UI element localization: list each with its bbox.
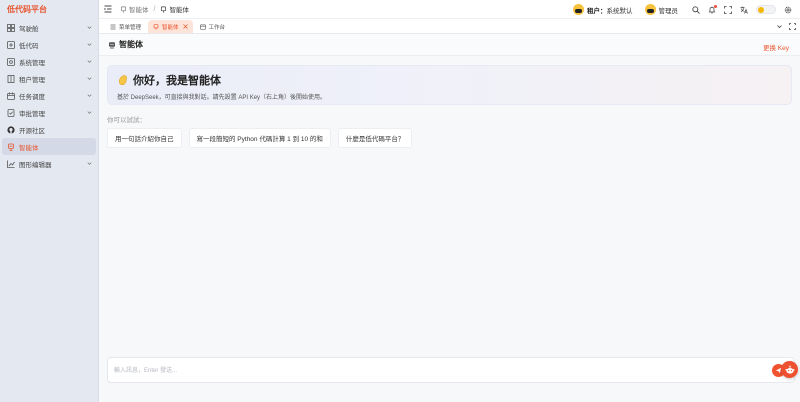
sidebar-item-label: 任务调度 — [19, 93, 45, 101]
github-icon — [7, 125, 15, 134]
suggestion-list: 用一句話介紹你自己 寫一段簡短的 Python 代碼計算 1 到 10 的和 什… — [107, 128, 419, 148]
sidebar-item-label: 系统管理 — [19, 59, 45, 67]
menu-fold-icon[interactable] — [104, 5, 112, 13]
fullscreen-icon[interactable] — [724, 5, 732, 14]
close-icon[interactable] — [182, 24, 188, 29]
robot-icon — [161, 6, 167, 13]
tenant-switcher[interactable]: 系统默认 — [607, 5, 633, 15]
tenant-label: 租户： — [587, 7, 607, 15]
page-header: 智能体 更换 Key — [99, 34, 800, 56]
breadcrumb-item[interactable]: 智能体 — [120, 4, 149, 14]
gear-icon — [7, 57, 15, 66]
bell-icon[interactable] — [708, 4, 717, 14]
sidebar-item-label: 低代码 — [19, 42, 39, 50]
chat-input-box — [107, 357, 795, 383]
tenant-avatar — [573, 4, 584, 15]
tab-agent[interactable]: 智能体 — [148, 20, 193, 33]
floating-assistant-button[interactable] — [781, 361, 798, 378]
tab-workbench[interactable]: 工作台 — [195, 20, 231, 33]
dashboard-icon — [7, 23, 15, 32]
audit-icon — [7, 108, 15, 117]
sidebar-item-system[interactable]: 系统管理 — [0, 53, 98, 70]
code-icon — [7, 40, 15, 49]
calendar-icon — [7, 92, 15, 100]
theme-toggle[interactable] — [756, 5, 776, 14]
workbench-icon — [199, 23, 206, 30]
sidebar-item-approval[interactable]: 审批管理 — [0, 104, 98, 121]
main-content: 智能体 更换 Key 你好，我是智能体 基於 DeepSeek，可直接與我對話。… — [99, 34, 800, 402]
sidebar-item-opensource[interactable]: 开源社区 — [0, 121, 98, 138]
expand-icon[interactable] — [789, 23, 796, 30]
breadcrumb-current: 智能体 — [160, 4, 189, 14]
suggestion-chip[interactable]: 什麼是低代碼平台？ — [337, 128, 413, 148]
breadcrumb-label: 智能体 — [169, 7, 189, 14]
breadcrumb-separator: / — [153, 5, 156, 13]
translate-icon[interactable] — [740, 6, 748, 14]
sidebar-item-label: 智能体 — [19, 144, 39, 152]
welcome-description: 基於 DeepSeek，可直接與我對話。請先設置 API Key（右上角）後開始… — [117, 95, 327, 101]
welcome-title: 你好，我是智能体 — [133, 75, 221, 87]
user-menu[interactable]: 管理员 — [659, 5, 679, 15]
bot-icon — [785, 365, 794, 374]
sidebar-item-label: 审批管理 — [19, 110, 45, 118]
building-icon — [7, 74, 15, 83]
sidebar-item-tenant[interactable]: 租户管理 — [0, 70, 98, 87]
tab-bar: 菜单管理 智能体 工作台 — [99, 19, 800, 34]
sidebar-item-label: 开源社区 — [19, 127, 45, 135]
sidebar-item-label: 图形编辑器 — [19, 161, 52, 169]
chart-edit-icon — [7, 160, 15, 168]
chevron-down-icon — [87, 94, 92, 97]
sidebar: 低代码平台 驾驶舱 低代码 系统管理 租户管理 任务调度 审批管理 开源社区 智… — [0, 0, 99, 402]
page-title: 智能体 — [119, 40, 143, 49]
tab-menu-management[interactable]: 菜单管理 — [105, 20, 146, 33]
sidebar-item-agent[interactable]: 智能体 — [2, 138, 96, 155]
tab-label: 智能体 — [162, 24, 179, 31]
sidebar-item-dashboard[interactable]: 驾驶舱 — [0, 19, 98, 36]
chevron-down-icon — [87, 60, 92, 63]
sun-icon — [758, 7, 764, 13]
robot-icon — [120, 6, 127, 13]
suggestion-chip[interactable]: 寫一段簡短的 Python 代碼計算 1 到 10 的和 — [188, 128, 331, 148]
notification-dot — [714, 4, 717, 8]
welcome-banner: 你好，我是智能体 基於 DeepSeek，可直接與我對話。請先設置 API Ke… — [107, 65, 792, 105]
sidebar-item-label: 租户管理 — [19, 76, 45, 84]
robot-icon — [7, 143, 15, 151]
suggestions-label: 你可以試試： — [107, 117, 146, 124]
chevron-down-icon — [87, 26, 92, 29]
app-logo[interactable]: 低代码平台 — [0, 0, 98, 19]
tab-label: 菜单管理 — [119, 24, 142, 31]
header-actions: 租户： 系统默认 管理员 — [573, 0, 800, 19]
breadcrumb-label: 智能体 — [129, 7, 149, 14]
menu-list-icon — [110, 24, 116, 29]
chevron-down-icon — [87, 111, 92, 114]
tab-bar-actions — [770, 23, 796, 30]
user-avatar[interactable] — [644, 4, 656, 15]
tab-label: 工作台 — [208, 24, 226, 31]
suggestion-chip[interactable]: 用一句話介紹你自己 — [107, 128, 182, 148]
chevron-down-icon[interactable] — [776, 23, 783, 30]
message-input[interactable] — [114, 364, 714, 378]
robot-icon — [153, 23, 159, 29]
waving-hand-icon — [118, 75, 127, 86]
gear-icon[interactable] — [784, 6, 792, 14]
sidebar-item-scheduler[interactable]: 任务调度 — [0, 87, 98, 104]
sidebar-item-graphic-editor[interactable]: 图形编辑器 — [0, 155, 98, 172]
chevron-down-icon — [87, 43, 92, 46]
top-header: 智能体 / 智能体 租户： 系统默认 管理员 — [99, 0, 800, 19]
search-icon[interactable] — [692, 5, 700, 14]
robot-icon — [109, 41, 115, 48]
sidebar-item-lowcode[interactable]: 低代码 — [0, 36, 98, 53]
welcome-heading: 你好，我是智能体 — [117, 72, 221, 88]
sidebar-item-label: 驾驶舱 — [19, 25, 39, 33]
chevron-down-icon — [87, 77, 92, 80]
chevron-down-icon — [87, 162, 92, 165]
change-key-link[interactable]: 更换 Key — [763, 42, 789, 52]
